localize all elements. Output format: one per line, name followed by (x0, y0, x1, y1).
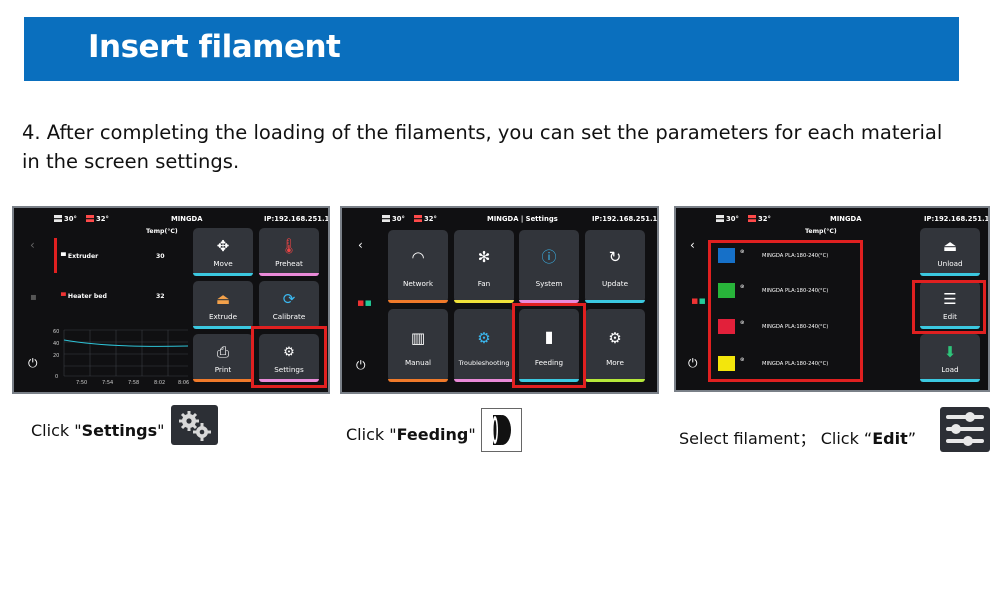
y-tick: 60 (53, 329, 59, 335)
heater-bed-value: 32 (156, 293, 165, 300)
ip-address: IP:192.168.251.121 (924, 215, 990, 223)
settings-gear-icon (171, 405, 218, 445)
calibrate-tile[interactable]: ⟳ Calibrate (259, 281, 319, 329)
spool-icon (481, 408, 522, 452)
screen-title: MINGDA (830, 215, 862, 223)
title-banner: Insert filament (24, 17, 959, 81)
page-title: Insert filament (88, 29, 341, 65)
filament-list-highlight (708, 240, 863, 382)
refresh-icon: ↻ (608, 248, 622, 266)
caption-feeding: Click "Feeding" (346, 425, 476, 444)
y-tick: 40 (53, 341, 59, 347)
power-icon[interactable]: ⏻ (356, 358, 366, 373)
calibrate-icon: ⟳ (282, 290, 296, 308)
bed-temp: 32° (414, 215, 437, 223)
feeding-highlight (512, 303, 586, 388)
back-icon[interactable]: ‹ (358, 238, 363, 252)
load-icon: ⬇ (943, 343, 957, 361)
bed-icon (414, 215, 422, 222)
status-bar: 30° 32° MINGDA IP:192.168.251.121 (676, 208, 988, 230)
fan-tile[interactable]: ✻ Fan (454, 230, 514, 303)
screen-title: MINGDA (171, 215, 203, 223)
edit-highlight (912, 280, 986, 334)
nozzle-icon (716, 215, 724, 222)
manual-tile[interactable]: ▥ Manual (388, 309, 448, 382)
thermometer-icon: 🌡︎ (279, 237, 299, 255)
back-icon[interactable]: ‹ (690, 238, 695, 252)
temp-header: Temp(°C) (805, 228, 837, 235)
system-tile[interactable]: ⓘ System (519, 230, 579, 303)
apps-icon[interactable]: ▪▪ (357, 296, 372, 309)
y-tick: 0 (55, 374, 58, 380)
sliders-icon (940, 407, 990, 452)
nozzle-icon (382, 215, 390, 222)
instruction-line-2: in the screen settings. (22, 150, 240, 173)
filament-select-screen: 30° 32° MINGDA IP:192.168.251.121 Temp(°… (674, 206, 990, 392)
gears-icon: ⚙ (608, 329, 622, 347)
apps-icon[interactable]: ▪ (30, 292, 37, 303)
book-icon: ▥ (410, 329, 426, 347)
nozzle-temp: 30° (54, 215, 77, 223)
bed-temp: 32° (86, 215, 109, 223)
extruder-row: ▀ Extruder (61, 253, 99, 260)
fan-icon: ✻ (477, 248, 491, 266)
temperature-line (63, 339, 189, 347)
nozzle-icon (54, 215, 62, 222)
update-tile[interactable]: ↻ Update (585, 230, 645, 303)
caption-settings: Click "Settings" (31, 421, 165, 440)
print-icon: ⎙ (216, 343, 230, 361)
x-tick: 8:02 (154, 380, 165, 386)
troubleshooting-tile[interactable]: ⚙ Troubleshooting (454, 309, 514, 382)
printer-home-screen: 30° 32° MINGDA IP:192.168.251.121 Temp(°… (12, 206, 330, 394)
x-tick: 7:58 (128, 380, 139, 386)
extrude-icon: ⏏ (215, 290, 231, 308)
move-icon: ✥ (216, 237, 230, 255)
ip-address: IP:192.168.251.121 (592, 215, 658, 223)
bed-icon (748, 215, 756, 222)
status-bar: 30° 32° MINGDA IP:192.168.251.121 (14, 208, 328, 230)
instruction-text: 4. After completing the loading of the f… (22, 118, 962, 176)
printer-settings-screen: 30° 32° MINGDA | Settings IP:192.168.251… (340, 206, 659, 394)
heater-bed-row: ▀ Heater bed (61, 293, 107, 300)
x-tick: 7:50 (76, 380, 87, 386)
print-tile[interactable]: ⎙ Print (193, 334, 253, 382)
settings-highlight (251, 326, 327, 388)
preheat-tile[interactable]: 🌡︎ Preheat (259, 228, 319, 276)
extruder-value: 30 (156, 253, 165, 260)
extrude-tile[interactable]: ⏏ Extrude (193, 281, 253, 329)
caption-edit: Select filament； Click “Edit” (679, 429, 917, 448)
y-tick: 20 (53, 353, 59, 359)
status-bar: 30° 32° MINGDA | Settings IP:192.168.251… (342, 208, 657, 230)
move-tile[interactable]: ✥ Move (193, 228, 253, 276)
network-tile[interactable]: ◠ Network (388, 230, 448, 303)
power-icon[interactable]: ⏻ (28, 356, 38, 371)
apps-icon[interactable]: ▪▪ (691, 294, 706, 307)
unload-icon: ⏏ (942, 237, 958, 255)
back-icon[interactable]: ‹ (30, 238, 35, 252)
nozzle-temp: 30° (716, 215, 739, 223)
wifi-icon: ◠ (411, 248, 425, 266)
x-tick: 7:54 (102, 380, 113, 386)
x-tick: 8:06 (178, 380, 189, 386)
info-icon: ⓘ (541, 248, 557, 266)
ip-address: IP:192.168.251.121 (264, 215, 330, 223)
load-tile[interactable]: ⬇ Load (920, 334, 980, 382)
power-icon[interactable]: ⏻ (688, 356, 698, 371)
unload-tile[interactable]: ⏏ Unload (920, 228, 980, 276)
extruder-indicator (54, 238, 57, 273)
troubleshooting-icon: ⚙ (477, 329, 491, 347)
screen-title: MINGDA | Settings (487, 215, 558, 223)
bed-temp: 32° (748, 215, 771, 223)
bed-icon (86, 215, 94, 222)
more-tile[interactable]: ⚙ More (585, 309, 645, 382)
instruction-line-1: 4. After completing the loading of the f… (22, 121, 943, 144)
temperature-chart: 60 40 20 0 7:50 7:54 7:58 8:02 8:06 (53, 329, 189, 386)
nozzle-temp: 30° (382, 215, 405, 223)
temp-header: Temp(°C) (146, 228, 178, 235)
